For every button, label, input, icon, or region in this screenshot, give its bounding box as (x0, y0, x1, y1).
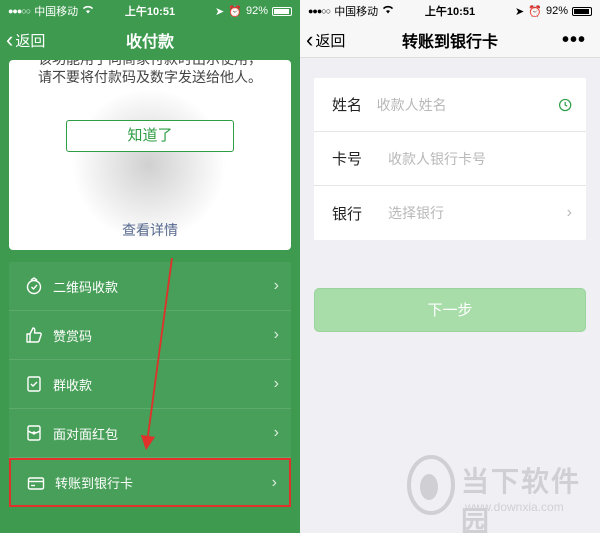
chevron-left-icon: ‹ (306, 27, 314, 52)
card-number-label: 卡号 (332, 151, 363, 168)
got-it-button[interactable]: 知道了 (66, 120, 234, 152)
name-label: 姓名 (332, 97, 363, 114)
menu-item-transfer-to-bank-card[interactable]: 转账到银行卡 › (9, 458, 291, 507)
chevron-right-icon: › (273, 326, 279, 343)
chevron-right-icon: › (271, 473, 277, 491)
bank-select[interactable]: 选择银行 (388, 203, 567, 223)
back-label: 返回 (15, 32, 46, 50)
watermark-url: www.downxia.com (465, 500, 564, 514)
menu-item-face-to-face-red-packet[interactable]: 面对面红包 › (9, 409, 291, 458)
view-details-link[interactable]: 查看详情 (9, 220, 291, 240)
status-bar: ●●●○○ 中国移动 上午10:51 ➤ ⏰ 92% (300, 0, 600, 22)
menu-label: 转账到银行卡 (55, 476, 134, 491)
alarm-icon: ⏰ (528, 5, 542, 18)
next-step-button[interactable]: 下一步 (314, 288, 586, 332)
qr-collect-icon (25, 277, 43, 295)
card-number-input[interactable] (388, 150, 572, 167)
collect-pay-screen: ●●●○○ 中国移动 上午10:51 ➤ ⏰ 92% ‹ 返回 收付款 该功能用… (0, 0, 300, 533)
back-label: 返回 (315, 32, 346, 50)
wifi-icon (82, 5, 94, 17)
chevron-left-icon: ‹ (6, 27, 14, 52)
menu-item-group-collect[interactable]: 群收款 › (9, 360, 291, 409)
signal-icon: ●●●○○ (8, 6, 31, 16)
carrier-label: 中国移动 (34, 6, 79, 18)
form-row-card-number: 卡号 (314, 132, 586, 186)
chevron-right-icon: › (273, 424, 279, 441)
payment-menu: 二维码收款 › 赞赏码 › 群收款 › 面对面红包 › 转账到银行卡 › (9, 262, 291, 507)
status-bar: ●●●○○ 中国移动 上午10:51 ➤ ⏰ 92% (0, 0, 300, 22)
chevron-right-icon: › (273, 277, 279, 294)
carrier-label: 中国移动 (334, 6, 379, 18)
nav-bar: ‹ 返回 转账到银行卡 ••• (300, 22, 600, 58)
red-packet-icon (25, 424, 43, 442)
form-row-name: 姓名 (314, 78, 586, 132)
battery-percent: 92% (545, 5, 568, 17)
menu-label: 群收款 (53, 377, 93, 393)
battery-percent: 92% (245, 5, 268, 17)
wifi-icon (382, 5, 394, 17)
menu-label: 赞赏码 (53, 328, 93, 344)
site-watermark: 当下软件园 www.downxia.com (405, 454, 595, 533)
bank-card-icon (27, 474, 45, 492)
nav-bar: ‹ 返回 收付款 (0, 22, 300, 58)
page-title: 转账到银行卡 (401, 33, 498, 51)
watermark-logo-icon (407, 455, 455, 515)
menu-item-qr-collect[interactable]: 二维码收款 › (9, 262, 291, 311)
group-collect-icon (25, 375, 43, 393)
blurred-code (69, 90, 229, 240)
page-title: 收付款 (125, 34, 174, 51)
back-button[interactable]: ‹ 返回 (6, 22, 45, 58)
form-row-bank[interactable]: 银行 选择银行 › (314, 186, 586, 240)
alarm-icon: ⏰ (228, 5, 242, 18)
recent-payees-clock-icon[interactable] (558, 96, 572, 114)
signal-icon: ●●●○○ (308, 6, 331, 16)
menu-label: 二维码收款 (53, 279, 119, 295)
battery-icon (572, 6, 592, 16)
thumbs-up-icon (25, 326, 43, 344)
chevron-right-icon: › (273, 375, 279, 392)
payee-name-input[interactable] (376, 96, 558, 113)
battery-icon (272, 6, 292, 16)
menu-item-appreciation-code[interactable]: 赞赏码 › (9, 311, 291, 360)
payment-code-card: 该功能用于向商家付款时出示使用，请不要将付款码及数字发送给他人。 知道了 查看详… (9, 60, 291, 250)
transfer-form: 姓名 卡号 银行 选择银行 › (314, 78, 586, 240)
security-warning: 该功能用于向商家付款时出示使用，请不要将付款码及数字发送给他人。 (38, 60, 262, 85)
chevron-right-icon: › (566, 204, 572, 221)
location-icon: ➤ (515, 5, 525, 18)
bank-label: 银行 (332, 205, 363, 223)
location-icon: ➤ (215, 5, 225, 18)
watermark-text: 当下软件园 (461, 466, 582, 533)
more-options-icon[interactable]: ••• (562, 22, 586, 58)
menu-label: 面对面红包 (53, 426, 119, 442)
back-button[interactable]: ‹ 返回 (306, 22, 345, 58)
